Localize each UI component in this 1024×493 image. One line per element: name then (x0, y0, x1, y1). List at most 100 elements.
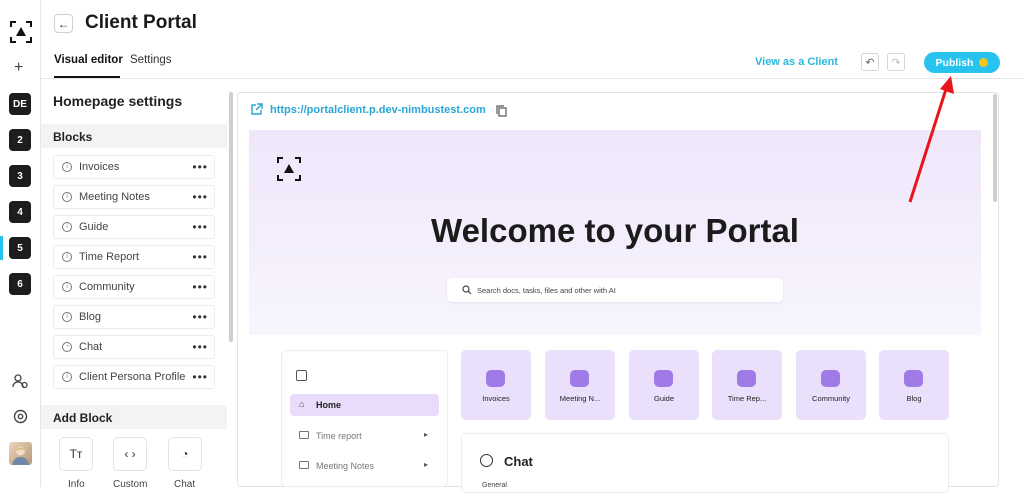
settings-gear-icon[interactable] (12, 408, 29, 430)
block-guide[interactable]: i Guide ••• (53, 215, 215, 239)
block-chat[interactable]: ◔ Chat ••• (53, 335, 215, 359)
search-placeholder: Search docs, tasks, files and other with… (477, 285, 616, 295)
nav-item-home[interactable]: ⌂ Home (290, 394, 439, 416)
users-icon[interactable] (12, 373, 29, 395)
more-options-icon[interactable]: ••• (192, 310, 208, 324)
nav-item-time-report[interactable]: Time report ▸ (290, 426, 439, 446)
tab-visual-editor[interactable]: Visual editor (54, 54, 123, 66)
time-report-icon (737, 370, 756, 387)
workspace-5[interactable]: 5 (9, 237, 31, 259)
blog-icon (904, 370, 923, 387)
block-blog[interactable]: i Blog ••• (53, 305, 215, 329)
chevron-right-icon: ▸ (424, 430, 429, 439)
info-icon: i (62, 252, 72, 262)
more-options-icon[interactable]: ••• (192, 280, 208, 294)
blocks-header: Blocks (41, 124, 227, 148)
block-label: Meeting Notes (79, 191, 150, 203)
workspace-4[interactable]: 4 (9, 201, 31, 223)
workspace-2[interactable]: 2 (9, 129, 31, 151)
back-arrow-icon[interactable]: ← (54, 14, 73, 33)
block-label: Guide (79, 221, 109, 233)
card-invoices[interactable]: Invoices (461, 350, 531, 420)
nav-home-label: Home (316, 400, 342, 410)
info-icon: i (62, 162, 72, 172)
invoices-icon (486, 370, 505, 387)
page-title: Client Portal (85, 12, 197, 33)
workspace-6[interactable]: 6 (9, 273, 31, 295)
publish-label: Publish (935, 56, 974, 69)
nav-meeting-notes-label: Meeting Notes (316, 461, 375, 471)
block-client-persona-profile[interactable]: i Client Persona Profile ••• (53, 365, 215, 389)
portal-side-nav: ⌂ Home Time report ▸ Meeting Notes ▸ (281, 350, 448, 487)
workspace-3[interactable]: 3 (9, 165, 31, 187)
block-invoices[interactable]: i Invoices ••• (53, 155, 215, 179)
add-custom-label: Custom (113, 479, 148, 490)
add-info-block-button[interactable]: Tт (59, 437, 93, 471)
folder-icon (299, 461, 309, 469)
undo-icon[interactable]: ↶ (861, 53, 879, 71)
add-chat-block-button[interactable]: ◔ (168, 437, 202, 471)
nav-time-report-label: Time report (316, 431, 362, 441)
guide-icon (654, 370, 673, 387)
community-icon (821, 370, 840, 387)
card-blog[interactable]: Blog (879, 350, 949, 420)
block-label: Community (79, 281, 135, 293)
card-label: Guide (653, 394, 674, 403)
sidebar-title: Homepage settings (53, 93, 183, 109)
sidebar-scrollbar[interactable] (229, 92, 233, 342)
block-time-report[interactable]: i Time Report ••• (53, 245, 215, 269)
add-workspace-icon[interactable]: + (14, 59, 23, 77)
card-guide[interactable]: Guide (629, 350, 699, 420)
card-community[interactable]: Community (796, 350, 866, 420)
card-label: Blog (906, 394, 922, 403)
block-meeting-notes[interactable]: i Meeting Notes ••• (53, 185, 215, 209)
workspace-de[interactable]: DE (9, 93, 31, 115)
redo-icon[interactable]: ↷ (887, 53, 905, 71)
card-time-report[interactable]: Time Rep... (712, 350, 782, 420)
tab-settings[interactable]: Settings (130, 54, 172, 66)
block-community[interactable]: i Community ••• (53, 275, 215, 299)
chat-widget[interactable]: Chat General (461, 433, 949, 493)
more-options-icon[interactable]: ••• (192, 190, 208, 204)
app-logo[interactable] (9, 20, 33, 44)
card-meeting-notes[interactable]: Meeting N... (545, 350, 615, 420)
card-label: Time Rep... (727, 394, 767, 403)
nav-item-meeting-notes[interactable]: Meeting Notes ▸ (290, 456, 439, 476)
chat-icon: ◔ (62, 342, 72, 352)
card-label: Community (812, 394, 850, 403)
folder-icon (299, 431, 309, 439)
info-icon: i (62, 192, 72, 202)
info-icon: i (62, 222, 72, 232)
external-link-icon[interactable] (250, 103, 263, 121)
card-label: Meeting N... (559, 394, 601, 403)
user-avatar[interactable] (9, 442, 32, 465)
add-block-header: Add Block (41, 405, 227, 429)
info-icon: i (62, 312, 72, 322)
more-options-icon[interactable]: ••• (192, 160, 208, 174)
more-options-icon[interactable]: ••• (192, 370, 208, 384)
more-options-icon[interactable]: ••• (192, 340, 208, 354)
portal-url[interactable]: https://portalclient.p.dev-nimbustest.co… (270, 104, 486, 116)
block-label: Chat (79, 341, 103, 353)
collapse-sidebar-icon[interactable] (296, 370, 307, 381)
more-options-icon[interactable]: ••• (192, 220, 208, 234)
card-label: Invoices (482, 394, 510, 403)
block-label: Time Report (79, 251, 140, 263)
publish-button[interactable]: Publish (924, 52, 1000, 73)
view-as-client-link[interactable]: View as a Client (755, 56, 838, 68)
unpublished-changes-dot (979, 58, 989, 67)
portal-search-input[interactable]: Search docs, tasks, files and other with… (447, 278, 783, 302)
info-icon: i (62, 372, 72, 382)
preview-scrollbar[interactable] (993, 94, 997, 202)
search-icon (462, 285, 472, 297)
copy-icon[interactable] (496, 104, 507, 122)
header-divider (41, 78, 1024, 79)
block-label: Client Persona Profile (79, 371, 186, 383)
block-label: Invoices (79, 161, 120, 173)
chat-title: Chat (504, 454, 533, 469)
chevron-right-icon: ▸ (424, 460, 429, 469)
add-custom-block-button[interactable]: ‹ › (113, 437, 147, 471)
add-info-label: Info (68, 479, 85, 490)
more-options-icon[interactable]: ••• (192, 250, 208, 264)
info-icon: i (62, 282, 72, 292)
